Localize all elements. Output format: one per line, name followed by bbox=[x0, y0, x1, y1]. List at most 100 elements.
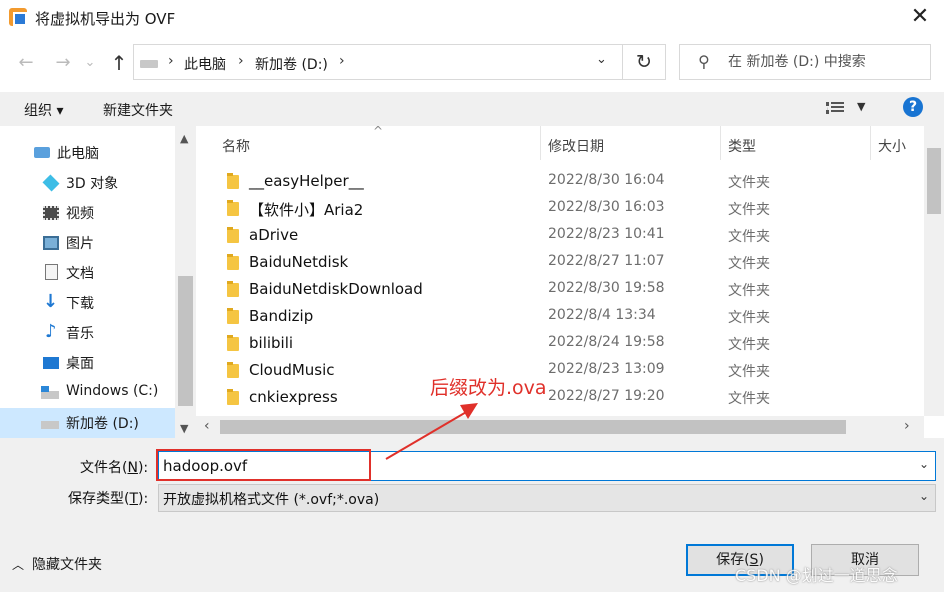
folder-icon bbox=[227, 362, 239, 378]
hide-folders-toggle[interactable]: ︿ 隐藏文件夹 bbox=[12, 554, 102, 574]
file-row[interactable]: aDrive 2022/8/23 10:41 文件夹 bbox=[196, 222, 916, 249]
sidebar-item-documents[interactable]: 文档 bbox=[0, 258, 175, 288]
chevron-right-icon[interactable]: › bbox=[339, 53, 345, 69]
file-date: 2022/8/27 19:20 bbox=[548, 388, 665, 404]
help-icon[interactable]: ? bbox=[903, 97, 923, 117]
scroll-left-icon[interactable]: ‹ bbox=[204, 418, 210, 434]
sidebar-item-label: 此电脑 bbox=[57, 146, 99, 162]
sidebar-scrollbar[interactable]: ▲ ▼ bbox=[175, 126, 196, 438]
file-type: 文件夹 bbox=[728, 337, 770, 353]
scrollbar-thumb[interactable] bbox=[220, 420, 846, 434]
computer-icon bbox=[34, 147, 50, 158]
sidebar-item-3d-objects[interactable]: 3D 对象 bbox=[0, 168, 175, 198]
address-bar[interactable]: › 此电脑 › 新加卷 (D:) › ⌄ bbox=[133, 44, 623, 80]
filetype-label: 保存类型(T): bbox=[68, 491, 149, 507]
column-header-name[interactable]: 名称 bbox=[196, 126, 540, 160]
file-type: 文件夹 bbox=[728, 175, 770, 191]
annotation-text: 后缀改为.ova bbox=[430, 377, 547, 399]
sidebar-item-label: 音乐 bbox=[66, 326, 94, 342]
file-type: 文件夹 bbox=[728, 391, 770, 407]
organize-button[interactable]: 组织 ▾ bbox=[24, 100, 63, 120]
chevron-right-icon[interactable]: › bbox=[168, 53, 174, 69]
file-list-horizontal-scrollbar[interactable]: ‹ › bbox=[196, 416, 924, 438]
refresh-button[interactable]: ↻ bbox=[623, 44, 666, 80]
chevron-right-icon[interactable]: › bbox=[238, 53, 244, 69]
file-type: 文件夹 bbox=[728, 256, 770, 272]
column-header-date[interactable]: 修改日期 bbox=[541, 126, 721, 160]
sidebar-item-drive-d[interactable]: 新加卷 (D:) bbox=[0, 408, 175, 438]
column-header-label: 大小 bbox=[878, 139, 906, 155]
folder-icon bbox=[227, 227, 239, 243]
recent-locations-icon[interactable]: ⌄ bbox=[80, 50, 100, 76]
file-row[interactable]: BaiduNetdiskDownload 2022/8/30 19:58 文件夹 bbox=[196, 276, 916, 303]
forward-arrow-icon[interactable]: → bbox=[49, 50, 77, 76]
file-date: 2022/8/30 19:58 bbox=[548, 280, 665, 296]
breadcrumb-drive-d[interactable]: 新加卷 (D:) bbox=[255, 54, 328, 74]
file-row[interactable]: cnkiexpress 2022/8/27 19:20 文件夹 bbox=[196, 384, 916, 411]
annotation-highlight-box bbox=[156, 449, 371, 481]
hide-folders-label: 隐藏文件夹 bbox=[32, 557, 102, 573]
watermark: CSDN @划过一道思念 bbox=[735, 566, 898, 585]
new-folder-button[interactable]: 新建文件夹 bbox=[103, 100, 173, 120]
document-icon bbox=[45, 264, 58, 280]
sidebar-item-desktop[interactable]: 桌面 bbox=[0, 348, 175, 378]
sidebar-item-downloads[interactable]: ↓ 下载 bbox=[0, 288, 175, 318]
search-input[interactable] bbox=[728, 51, 924, 73]
window-title: 将虚拟机导出为 OVF bbox=[35, 10, 176, 28]
folder-icon bbox=[227, 308, 239, 324]
scrollbar-thumb[interactable] bbox=[927, 148, 941, 214]
scrollbar-thumb[interactable] bbox=[178, 276, 193, 406]
breadcrumb-this-pc[interactable]: 此电脑 bbox=[184, 54, 226, 74]
folder-icon bbox=[227, 200, 239, 216]
search-box[interactable]: ⚲ bbox=[679, 44, 931, 80]
file-name: 【软件小】Aria2 bbox=[249, 201, 364, 219]
chevron-down-icon[interactable]: ⌄ bbox=[919, 457, 929, 471]
column-header-size[interactable]: 大小 bbox=[871, 126, 923, 160]
chevron-down-icon[interactable]: ⌄ bbox=[596, 52, 607, 67]
column-header-label: 类型 bbox=[728, 139, 756, 155]
file-date: 2022/8/4 13:34 bbox=[548, 307, 656, 323]
file-row[interactable]: CloudMusic 2022/8/23 13:09 文件夹 bbox=[196, 357, 916, 384]
file-type: 文件夹 bbox=[728, 310, 770, 326]
scroll-down-icon[interactable]: ▼ bbox=[180, 422, 188, 435]
folder-icon bbox=[227, 335, 239, 351]
file-type: 文件夹 bbox=[728, 283, 770, 299]
column-header-type[interactable]: 类型 bbox=[721, 126, 871, 160]
up-arrow-icon[interactable]: ↑ bbox=[105, 50, 133, 76]
file-list-vertical-scrollbar[interactable] bbox=[924, 126, 944, 416]
scroll-right-icon[interactable]: › bbox=[904, 418, 910, 434]
vmware-app-icon bbox=[9, 8, 27, 26]
sidebar-item-this-pc[interactable]: 此电脑 bbox=[0, 138, 175, 168]
file-row[interactable]: BaiduNetdisk 2022/8/27 11:07 文件夹 bbox=[196, 249, 916, 276]
drive-icon bbox=[41, 421, 59, 429]
file-row[interactable]: 【软件小】Aria2 2022/8/30 16:03 文件夹 bbox=[196, 195, 916, 222]
filetype-select[interactable]: 开放虚拟机格式文件 (*.ovf;*.ova) ⌄ bbox=[158, 484, 936, 512]
video-icon bbox=[43, 206, 59, 220]
sidebar-item-label: 桌面 bbox=[66, 356, 94, 372]
drive-icon bbox=[140, 60, 158, 68]
sidebar-item-pictures[interactable]: 图片 bbox=[0, 228, 175, 258]
close-button[interactable]: ✕ bbox=[904, 4, 936, 30]
chevron-down-icon[interactable]: ⌄ bbox=[919, 489, 929, 503]
sidebar-item-windows-c[interactable]: Windows (C:) bbox=[0, 378, 175, 408]
back-arrow-icon[interactable]: ← bbox=[12, 50, 40, 76]
sidebar-item-videos[interactable]: 视频 bbox=[0, 198, 175, 228]
file-date: 2022/8/23 10:41 bbox=[548, 226, 665, 242]
desktop-icon bbox=[43, 357, 59, 369]
file-row[interactable]: __easyHelper__ 2022/8/30 16:04 文件夹 bbox=[196, 168, 916, 195]
view-options-dropdown-icon[interactable]: ▼ bbox=[857, 100, 865, 113]
file-type: 文件夹 bbox=[728, 364, 770, 380]
toolbar: 组织 ▾ 新建文件夹 ▼ bbox=[0, 92, 944, 126]
file-date: 2022/8/23 13:09 bbox=[548, 361, 665, 377]
file-name: aDrive bbox=[249, 226, 299, 244]
file-row[interactable]: bilibili 2022/8/24 19:58 文件夹 bbox=[196, 330, 916, 357]
sidebar-item-label: 文档 bbox=[66, 266, 94, 282]
scroll-up-icon[interactable]: ▲ bbox=[180, 132, 188, 145]
filename-label: 文件名(N): bbox=[80, 460, 149, 476]
file-row[interactable]: Bandizip 2022/8/4 13:34 文件夹 bbox=[196, 303, 916, 330]
title-bar: 将虚拟机导出为 OVF ✕ bbox=[0, 0, 944, 34]
file-type: 文件夹 bbox=[728, 202, 770, 218]
file-name: cnkiexpress bbox=[249, 388, 338, 406]
view-details-icon[interactable] bbox=[826, 100, 844, 116]
sidebar-item-music[interactable]: ♪ 音乐 bbox=[0, 318, 175, 348]
